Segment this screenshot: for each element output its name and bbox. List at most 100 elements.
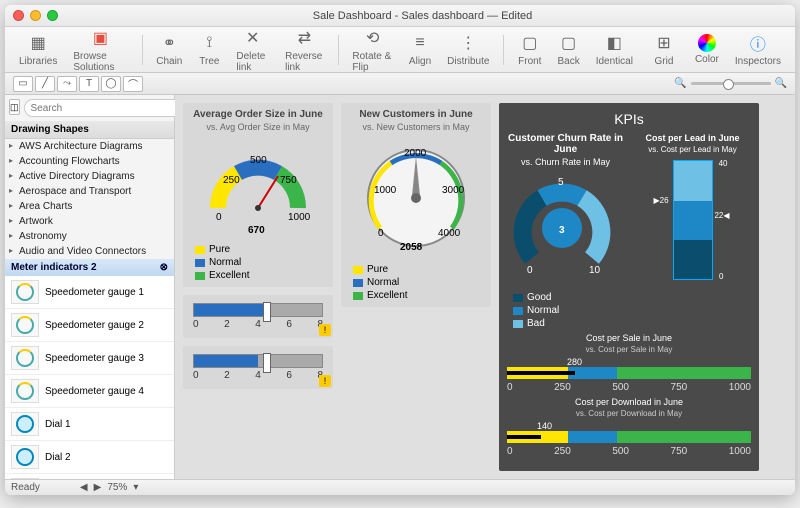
- status-text: Ready: [11, 482, 40, 493]
- page-next-icon[interactable]: ▶: [94, 482, 102, 493]
- library-item[interactable]: Dial 1: [5, 408, 174, 441]
- reverse-link-button[interactable]: ⇄Reverse link: [279, 25, 330, 75]
- align-button[interactable]: ≡Align: [403, 30, 437, 69]
- inspectors-button[interactable]: ⓘInspectors: [729, 30, 787, 69]
- app-window: Sale Dashboard - Sales dashboard — Edite…: [5, 5, 795, 495]
- chain-button[interactable]: ⚭Chain: [150, 30, 188, 69]
- rotate-button[interactable]: ⟲Rotate & Flip: [346, 25, 399, 75]
- browse-button[interactable]: ▣Browse Solutions: [67, 25, 133, 75]
- category-item[interactable]: Audio and Video Connectors: [5, 244, 174, 259]
- warning-icon: !: [319, 324, 331, 336]
- tree-icon: ⟟: [198, 32, 220, 54]
- window-controls: [13, 10, 58, 21]
- svg-text:3: 3: [559, 225, 565, 236]
- zoom-icon[interactable]: [47, 10, 58, 21]
- svg-text:3000: 3000: [442, 185, 465, 196]
- canvas[interactable]: Average Order Size in June vs. Avg Order…: [175, 95, 795, 479]
- close-icon[interactable]: [13, 10, 24, 21]
- front-button[interactable]: ▢Front: [512, 30, 547, 69]
- svg-text:0: 0: [378, 228, 384, 239]
- browse-icon: ▣: [89, 27, 111, 49]
- category-list: AWS Architecture Diagrams Accounting Flo…: [5, 139, 174, 259]
- libraries-button[interactable]: ▦Libraries: [13, 30, 63, 69]
- lib-toggle-icon[interactable]: ◫: [9, 99, 20, 115]
- back-icon: ▢: [558, 32, 580, 54]
- color-icon: [698, 34, 716, 52]
- zoom-out-icon[interactable]: 🔍: [674, 78, 686, 89]
- tree-button[interactable]: ⟟Tree: [192, 30, 226, 69]
- arc-tool[interactable]: ⌒: [123, 76, 143, 92]
- svg-text:2000: 2000: [404, 148, 427, 159]
- shapes-header: Drawing Shapes: [5, 121, 174, 139]
- reverse-link-icon: ⇄: [293, 27, 315, 49]
- identical-icon: ◧: [603, 32, 625, 54]
- svg-text:750: 750: [280, 175, 297, 186]
- zoom-level[interactable]: 75%: [107, 482, 127, 493]
- svg-text:500: 500: [250, 155, 267, 166]
- close-lib-icon[interactable]: ⊗: [160, 262, 168, 273]
- connector-tool[interactable]: ⤳: [57, 76, 77, 92]
- category-item[interactable]: AWS Architecture Diagrams: [5, 139, 174, 154]
- zoom-dropdown-icon[interactable]: ▾: [133, 482, 138, 493]
- line-tool[interactable]: ╱: [35, 76, 55, 92]
- color-button[interactable]: Color: [689, 32, 725, 67]
- window-title: Sale Dashboard - Sales dashboard — Edite…: [58, 10, 787, 22]
- library-item[interactable]: Dial 2: [5, 441, 174, 474]
- align-icon: ≡: [409, 32, 431, 54]
- svg-text:4000: 4000: [438, 228, 461, 239]
- bullet-slider-2[interactable]: 02468 !: [183, 346, 333, 389]
- library-item[interactable]: Speedometer gauge 2: [5, 309, 174, 342]
- svg-text:0: 0: [527, 265, 533, 276]
- active-library-header[interactable]: Meter indicators 2⊗: [5, 259, 174, 276]
- category-item[interactable]: Accounting Flowcharts: [5, 154, 174, 169]
- library-item[interactable]: Speedometer gauge 4: [5, 375, 174, 408]
- zoom-slider[interactable]: [691, 82, 771, 85]
- main-toolbar: ▦Libraries ▣Browse Solutions ⚭Chain ⟟Tre…: [5, 27, 795, 73]
- grid-button[interactable]: ⊞Grid: [647, 30, 681, 69]
- chain-icon: ⚭: [158, 32, 180, 54]
- svg-text:5: 5: [558, 177, 564, 188]
- gauge-new-customers[interactable]: New Customers in June vs. New Customers …: [341, 103, 491, 307]
- svg-text:10: 10: [589, 265, 601, 276]
- category-item[interactable]: Active Directory Diagrams: [5, 169, 174, 184]
- sidebar: ◫ ▦ ≡ Drawing Shapes AWS Architecture Di…: [5, 95, 175, 479]
- zoom-in-icon[interactable]: 🔍: [775, 78, 787, 89]
- cost-per-sale-chart: Cost per Sale in June vs. Cost per Sale …: [507, 333, 751, 393]
- category-item[interactable]: Artwork: [5, 214, 174, 229]
- delete-link-icon: ✕: [242, 27, 264, 49]
- svg-text:0: 0: [216, 212, 222, 223]
- distribute-button[interactable]: ⋮Distribute: [441, 30, 495, 69]
- stacked-bar-chart: ▶26 22◀ 0 40: [673, 160, 713, 280]
- donut-chart: 3 0 5 10: [507, 173, 617, 283]
- svg-text:2058: 2058: [400, 242, 423, 253]
- category-item[interactable]: Area Charts: [5, 199, 174, 214]
- gauge-avg-order[interactable]: Average Order Size in June vs. Avg Order…: [183, 103, 333, 287]
- text-tool[interactable]: T: [79, 76, 99, 92]
- tool-tabs: ▭ ╱ ⤳ T ◯ ⌒ 🔍 🔍: [5, 73, 795, 95]
- back-button[interactable]: ▢Back: [551, 30, 585, 69]
- minimize-icon[interactable]: [30, 10, 41, 21]
- rotate-icon: ⟲: [362, 27, 384, 49]
- warning-icon: !: [319, 375, 331, 387]
- gauge-chart: 0 1000 2000 3000 4000 2058: [356, 138, 476, 258]
- gauge-chart: 0250 500750 1000 670: [198, 138, 318, 238]
- svg-text:1000: 1000: [374, 185, 397, 196]
- pointer-tool[interactable]: ▭: [13, 76, 33, 92]
- kpi-panel[interactable]: KPIs Customer Churn Rate in June vs. Chu…: [499, 103, 759, 471]
- identical-button[interactable]: ◧Identical: [590, 30, 639, 69]
- cost-per-download-chart: Cost per Download in June vs. Cost per D…: [507, 397, 751, 457]
- svg-text:670: 670: [248, 225, 265, 236]
- grid-icon: ⊞: [653, 32, 675, 54]
- library-item[interactable]: Speedometer gauge 3: [5, 342, 174, 375]
- library-item[interactable]: Speedometer gauge 1: [5, 276, 174, 309]
- bullet-slider-1[interactable]: 02468 !: [183, 295, 333, 338]
- search-input[interactable]: [24, 99, 182, 117]
- status-bar: Ready ◀ ▶ 75% ▾: [5, 479, 795, 495]
- distribute-icon: ⋮: [457, 32, 479, 54]
- page-prev-icon[interactable]: ◀: [80, 482, 88, 493]
- delete-link-button[interactable]: ✕Delete link: [230, 25, 275, 75]
- category-item[interactable]: Astronomy: [5, 229, 174, 244]
- front-icon: ▢: [519, 32, 541, 54]
- shape-tool[interactable]: ◯: [101, 76, 121, 92]
- category-item[interactable]: Aerospace and Transport: [5, 184, 174, 199]
